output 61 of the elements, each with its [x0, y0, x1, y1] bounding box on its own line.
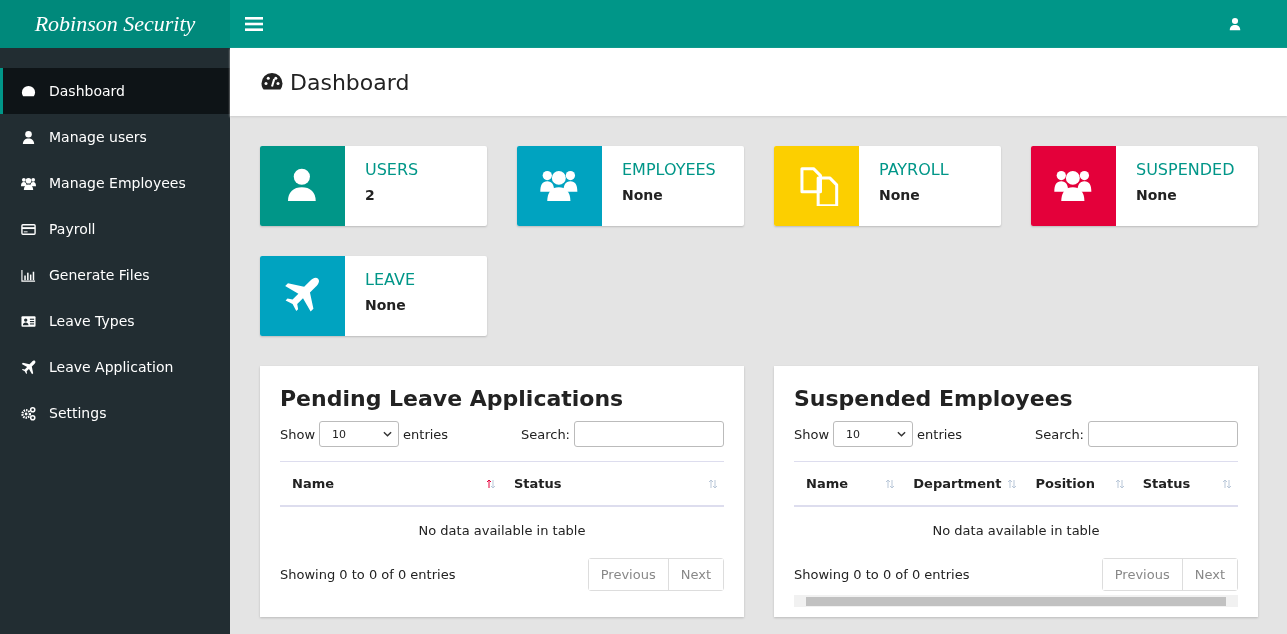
- sidebar-item[interactable]: Settings: [0, 390, 230, 436]
- search-field[interactable]: [1088, 421, 1238, 447]
- sidebar-item[interactable]: Payroll: [0, 206, 230, 252]
- sidebar-item[interactable]: Leave Application: [0, 344, 230, 390]
- empty-table-message: No data available in table: [931, 522, 1101, 540]
- sort-arrows-icon: [1007, 478, 1018, 489]
- next-button[interactable]: Next: [1181, 559, 1237, 590]
- entries-label: entries: [917, 426, 963, 442]
- panel-title: Suspended Employees: [794, 386, 1074, 411]
- horizontal-scrollbar[interactable]: [794, 595, 1238, 607]
- sidebar-item[interactable]: Manage users: [0, 114, 230, 160]
- credit-card-icon: [21, 221, 36, 237]
- column-header[interactable]: Department: [901, 462, 1024, 505]
- chevron-down-icon: [383, 431, 393, 437]
- menu-icon[interactable]: [245, 16, 263, 32]
- chevron-down-icon: [897, 431, 907, 437]
- brand-logo[interactable]: Robinson Security: [0, 0, 230, 48]
- panel-title: Pending Leave Applications: [280, 386, 625, 411]
- show-label: Show: [794, 426, 830, 442]
- column-header[interactable]: Position: [1023, 462, 1131, 505]
- show-label: Show: [280, 426, 316, 442]
- user-icon[interactable]: [1228, 16, 1242, 32]
- entries-info: Showing 0 to 0 of 0 entries: [280, 567, 456, 582]
- stat-value: None: [365, 297, 407, 313]
- search-label: Search:: [1034, 426, 1084, 442]
- stat-value: None: [879, 187, 921, 203]
- column-header[interactable]: Status: [502, 462, 724, 505]
- column-header[interactable]: Name: [794, 462, 902, 505]
- stat-label: PAYROLL: [879, 160, 949, 179]
- page-title: Dashboard: [290, 69, 410, 95]
- stat-label: EMPLOYEES: [622, 160, 716, 179]
- bar-chart-icon: [21, 267, 36, 283]
- page-size-select[interactable]: 10: [319, 421, 400, 447]
- stat-value: None: [622, 187, 664, 203]
- sidebar-item[interactable]: Generate Files: [0, 252, 230, 298]
- empty-table-message: No data available in table: [417, 522, 587, 540]
- sidebar-item[interactable]: Leave Types: [0, 298, 230, 344]
- next-button[interactable]: Next: [667, 559, 723, 590]
- sort-arrows-icon: [486, 478, 496, 489]
- stat-value: None: [1136, 187, 1178, 203]
- airplane-icon: [21, 359, 36, 375]
- stat-label: USERS: [365, 160, 419, 179]
- column-header[interactable]: Status: [1130, 462, 1238, 505]
- sort-arrows-icon: [885, 478, 896, 489]
- users-icon: [21, 175, 36, 191]
- id-card-icon: [21, 313, 36, 329]
- stat-value: 2: [365, 187, 376, 203]
- entries-info: Showing 0 to 0 of 0 entries: [794, 567, 970, 582]
- sidebar-item[interactable]: Dashboard: [0, 68, 230, 114]
- entries-label: entries: [403, 426, 449, 442]
- sort-arrows-icon: [708, 478, 718, 489]
- stat-label: SUSPENDED: [1136, 160, 1235, 179]
- search-field[interactable]: [574, 421, 724, 447]
- sort-arrows-icon: [1114, 478, 1125, 489]
- search-label: Search:: [520, 426, 570, 442]
- column-header[interactable]: Name: [280, 462, 502, 505]
- sidebar-item[interactable]: Manage Employees: [0, 160, 230, 206]
- stat-label: LEAVE: [365, 270, 415, 289]
- sort-arrows-icon: [1222, 478, 1232, 489]
- page-size-select[interactable]: 10: [833, 421, 914, 447]
- user-icon: [21, 129, 36, 145]
